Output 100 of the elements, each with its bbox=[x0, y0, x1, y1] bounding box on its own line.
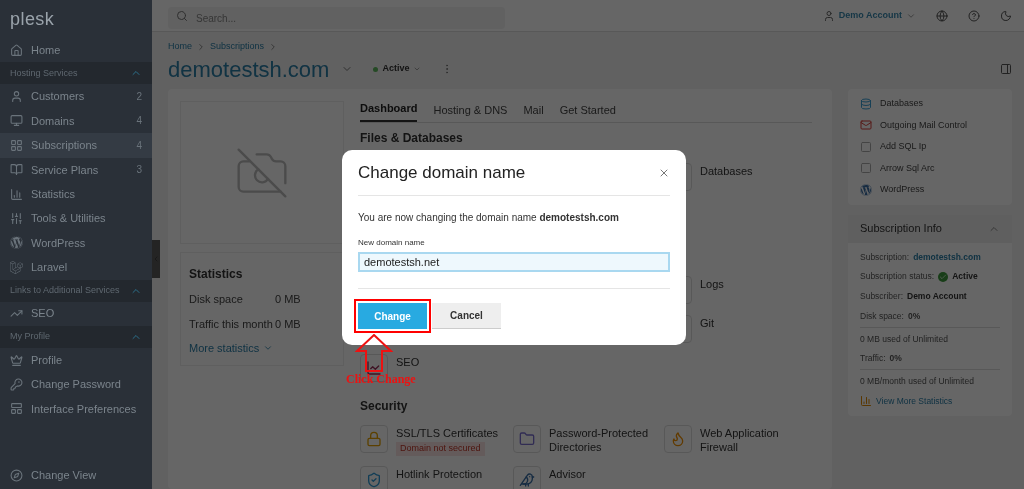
more-statistics-link[interactable]: More statistics bbox=[189, 340, 335, 357]
sidebar-item[interactable]: WordPress bbox=[0, 230, 152, 256]
section-title: Security bbox=[360, 398, 409, 415]
moon-icon[interactable] bbox=[1000, 9, 1012, 22]
warning-badge: Domain not secured bbox=[396, 442, 485, 456]
tool-link[interactable]: Hotlink Protection bbox=[396, 466, 508, 481]
page-title: demotestsh.com bbox=[168, 55, 330, 84]
info-label: Subscription status: bbox=[860, 270, 935, 283]
tab[interactable]: Hosting & DNS bbox=[433, 101, 508, 122]
tab[interactable]: Get Started bbox=[559, 101, 616, 122]
quick-link[interactable]: Add SQL Ip bbox=[860, 140, 1000, 154]
tool-icon bbox=[670, 431, 686, 447]
breadcrumb-link[interactable]: Home bbox=[168, 40, 192, 54]
view-more-statistics-link[interactable]: View More Statistics bbox=[860, 394, 1000, 408]
nav-icon bbox=[10, 187, 23, 201]
tool-link[interactable]: Logs bbox=[700, 277, 812, 291]
tool-tile[interactable] bbox=[513, 465, 541, 489]
tool-tile[interactable] bbox=[664, 425, 692, 453]
tool-icon bbox=[366, 471, 382, 488]
sidebar-section-header[interactable]: Links to Additional Services bbox=[0, 279, 152, 302]
link-icon bbox=[860, 97, 872, 110]
info-label: Subscription: bbox=[860, 250, 910, 264]
sidebar-item[interactable]: Statistics bbox=[0, 181, 152, 207]
card-header[interactable]: Subscription Info bbox=[848, 214, 1012, 243]
sidebar-item[interactable]: Interface Preferences bbox=[0, 396, 152, 422]
stat-label: Traffic this month bbox=[189, 316, 274, 332]
annotation-text: Click Change bbox=[346, 371, 416, 388]
stat-label: Disk space bbox=[189, 292, 244, 307]
status-dropdown[interactable]: Active bbox=[373, 62, 422, 76]
account-menu[interactable]: Demo Account bbox=[822, 8, 916, 23]
up-arrow-annotation bbox=[355, 334, 393, 372]
tab[interactable]: Mail bbox=[523, 101, 544, 122]
tool-link[interactable]: SSL/TLS Certificates bbox=[396, 426, 508, 440]
info-value: 0% bbox=[889, 352, 902, 365]
sidebar-item[interactable]: SEO bbox=[0, 301, 152, 326]
link-icon bbox=[860, 140, 872, 153]
subscription-link[interactable]: demotestsh.com bbox=[913, 250, 981, 264]
sidebar-item[interactable]: Tools & Utilities bbox=[0, 206, 152, 231]
compass-icon bbox=[10, 469, 23, 482]
dialog-title: Change domain name bbox=[358, 161, 526, 184]
chevron-left-icon bbox=[152, 255, 160, 263]
tool-link[interactable]: Web Application Firewall bbox=[700, 426, 812, 454]
help-icon[interactable] bbox=[968, 9, 980, 22]
sidebar-item[interactable]: Service Plans 3 bbox=[0, 157, 152, 182]
tool-link[interactable]: Git bbox=[700, 316, 812, 330]
logo[interactable]: plesk bbox=[10, 5, 55, 33]
tool-icon bbox=[519, 431, 535, 447]
count: 2 bbox=[136, 90, 142, 105]
quick-link[interactable]: Databases bbox=[860, 97, 1000, 111]
nav-icon bbox=[10, 90, 23, 104]
section-label: My Profile bbox=[10, 330, 50, 344]
nav-icon bbox=[10, 378, 23, 391]
link-icon bbox=[860, 119, 872, 132]
nav-icon bbox=[10, 353, 23, 367]
count: 3 bbox=[136, 163, 142, 178]
panel-icon[interactable] bbox=[1000, 63, 1012, 75]
sidebar-section-header[interactable]: Hosting Services bbox=[0, 62, 152, 85]
info-label: Subscriber: bbox=[860, 290, 903, 303]
sidebar-item[interactable]: Customers 2 bbox=[0, 84, 152, 109]
cancel-button[interactable]: Cancel bbox=[432, 303, 501, 329]
quick-link[interactable]: WordPress bbox=[860, 183, 1000, 197]
tool-icon bbox=[519, 471, 535, 488]
tool-link[interactable]: Password-Protected Directories bbox=[549, 426, 661, 454]
section-label: Hosting Services bbox=[10, 66, 78, 80]
stat-value: 0 MB bbox=[275, 316, 301, 332]
breadcrumb-link[interactable]: Subscriptions bbox=[210, 40, 265, 54]
sidebar-section-header[interactable]: My Profile bbox=[0, 325, 152, 348]
tool-link[interactable]: SEO bbox=[396, 355, 508, 369]
nav-icon bbox=[10, 138, 23, 152]
user-icon bbox=[822, 9, 835, 22]
info-label: Disk space: bbox=[860, 309, 904, 323]
sidebar-item[interactable]: Domains 4 bbox=[0, 108, 152, 134]
collapse-handle[interactable] bbox=[152, 240, 160, 278]
tool-tile[interactable] bbox=[360, 465, 388, 489]
change-view-button[interactable]: Change View bbox=[0, 469, 152, 489]
sidebar-item[interactable]: Change Password bbox=[0, 372, 152, 397]
tool-tile[interactable] bbox=[360, 425, 388, 453]
nav-icon bbox=[10, 212, 23, 226]
tool-icon bbox=[366, 431, 382, 447]
tool-icon bbox=[366, 360, 382, 376]
quick-link[interactable]: Outgoing Mail Control bbox=[860, 118, 1000, 132]
info-value: Active bbox=[952, 270, 978, 283]
domain-name-input[interactable]: demotestsh.net bbox=[358, 252, 670, 272]
tool-tile[interactable] bbox=[513, 425, 541, 453]
stat-value: 0 MB bbox=[275, 292, 301, 307]
count: 4 bbox=[136, 138, 142, 153]
search-icon bbox=[176, 9, 188, 22]
check-icon bbox=[938, 271, 949, 282]
globe-icon[interactable] bbox=[936, 9, 948, 22]
tool-link[interactable]: Databases bbox=[700, 164, 812, 178]
sidebar-item[interactable]: Home bbox=[0, 38, 152, 63]
sidebar-item[interactable]: Subscriptions 4 bbox=[0, 133, 152, 158]
sidebar-item[interactable]: Laravel bbox=[0, 255, 152, 280]
tab[interactable]: Dashboard bbox=[360, 99, 418, 122]
tool-link[interactable]: Advisor bbox=[549, 466, 661, 481]
dialog-message: You are now changing the domain name demotestsh.com bbox=[358, 211, 620, 225]
quick-link[interactable]: Arrow Sql Arc bbox=[860, 161, 1000, 175]
info-label: Traffic: bbox=[860, 352, 886, 365]
sidebar-item[interactable]: Profile bbox=[0, 347, 152, 373]
chevron-right-icon bbox=[196, 42, 206, 52]
